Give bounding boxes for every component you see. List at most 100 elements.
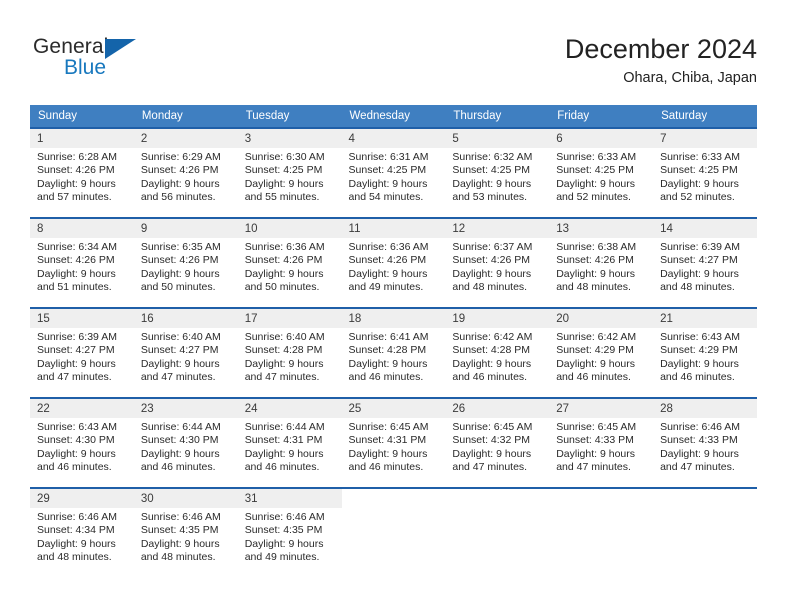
sunrise-text: Sunrise: 6:28 AM <box>37 151 117 163</box>
day-cell[interactable]: 6 Sunrise: 6:33 AM Sunset: 4:25 PM Daylight… <box>549 127 654 218</box>
day-cell[interactable]: 21 Sunrise: 6:43 AM Sunset: 4:29 PM Dayligh… <box>653 307 757 398</box>
day-cell[interactable]: 26 Sunrise: 6:45 AM Sunset: 4:32 PM Dayligh… <box>445 397 550 488</box>
sunset-text: Sunset: 4:27 PM <box>660 254 738 267</box>
day-cell[interactable]: 10 Sunrise: 6:36 AM Sunset: 4:26 PM Dayligh… <box>237 217 342 308</box>
daylight-text-line1: Daylight: 9 hours <box>244 267 324 280</box>
sunrise-text: Sunrise: 6:43 AM <box>37 421 117 433</box>
page-title: December 2024 <box>564 34 757 64</box>
day-cell[interactable]: 22 Sunrise: 6:43 AM Sunset: 4:30 PM Dayligh… <box>30 397 134 488</box>
daylight-text-line1: Daylight: 9 hours <box>556 267 636 280</box>
week-row: 22 Sunrise: 6:43 AM Sunset: 4:30 PM Dayligh… <box>30 397 757 488</box>
day-cell[interactable]: 27 Sunrise: 6:45 AM Sunset: 4:33 PM Dayligh… <box>549 397 654 488</box>
day-cell[interactable]: 7 Sunrise: 6:33 AM Sunset: 4:25 PM Daylight… <box>653 127 757 218</box>
sunset-text: Sunset: 4:26 PM <box>37 254 115 267</box>
day-details: Sunrise: 6:28 AM Sunset: 4:26 PM Daylight:… <box>30 148 134 205</box>
page-header: General Blue December 2024 Ohara, Chiba,… <box>0 0 792 98</box>
day-number: 19 <box>445 309 550 328</box>
daylight-text-line2: and 48 minutes. <box>660 281 735 294</box>
sunrise-text: Sunrise: 6:37 AM <box>452 241 533 253</box>
weekday-header-friday: Friday <box>549 105 654 128</box>
day-details: Sunrise: 6:33 AM Sunset: 4:25 PM Daylight:… <box>653 148 757 205</box>
daylight-text-line2: and 57 minutes. <box>37 191 112 204</box>
day-details: Sunrise: 6:40 AM Sunset: 4:28 PM Daylight:… <box>238 328 342 385</box>
daylight-text-line2: and 53 minutes. <box>452 191 528 204</box>
day-details: Sunrise: 6:42 AM Sunset: 4:28 PM Daylight:… <box>445 328 549 385</box>
day-details: Sunrise: 6:39 AM Sunset: 4:27 PM Daylight:… <box>653 238 757 295</box>
calendar-page: General Blue December 2024 Ohara, Chiba,… <box>0 0 792 612</box>
day-details: Sunrise: 6:42 AM Sunset: 4:29 PM Daylight:… <box>549 328 653 385</box>
daylight-text-line2: and 48 minutes. <box>140 551 216 564</box>
day-number: 11 <box>341 219 446 238</box>
sunset-text: Sunset: 4:26 PM <box>140 254 219 267</box>
day-cell[interactable]: 23 Sunrise: 6:44 AM Sunset: 4:30 PM Dayligh… <box>133 397 238 488</box>
day-details: Sunrise: 6:30 AM Sunset: 4:25 PM Daylight:… <box>238 148 342 205</box>
day-details: Sunrise: 6:46 AM Sunset: 4:35 PM Daylight:… <box>238 508 342 565</box>
sunset-text: Sunset: 4:29 PM <box>556 344 634 357</box>
weekday-header-row: Sunday Monday Tuesday Wednesday Thursday… <box>30 105 757 128</box>
day-cell[interactable]: 19 Sunrise: 6:42 AM Sunset: 4:28 PM Dayligh… <box>445 307 550 398</box>
day-cell[interactable]: 9 Sunrise: 6:35 AM Sunset: 4:26 PM Daylight… <box>133 217 238 308</box>
day-cell[interactable]: 4 Sunrise: 6:31 AM Sunset: 4:25 PM Daylight… <box>341 127 446 218</box>
day-details: Sunrise: 6:43 AM Sunset: 4:30 PM Daylight:… <box>30 418 134 475</box>
general-blue-logo[interactable]: General Blue <box>33 36 213 86</box>
sunrise-text: Sunrise: 6:33 AM <box>556 151 637 163</box>
sunrise-text: Sunrise: 6:43 AM <box>660 331 741 343</box>
day-cell[interactable]: 31 Sunrise: 6:46 AM Sunset: 4:35 PM Dayligh… <box>237 487 342 577</box>
daylight-text-line2: and 56 minutes. <box>140 191 216 204</box>
day-number: 3 <box>237 129 342 148</box>
day-number <box>341 489 446 508</box>
day-details: Sunrise: 6:38 AM Sunset: 4:26 PM Daylight:… <box>549 238 653 295</box>
sunrise-text: Sunrise: 6:31 AM <box>348 151 429 163</box>
day-cell[interactable]: 14 Sunrise: 6:39 AM Sunset: 4:27 PM Dayligh… <box>653 217 757 308</box>
day-cell[interactable]: 13 Sunrise: 6:38 AM Sunset: 4:26 PM Dayligh… <box>549 217 654 308</box>
day-cell[interactable]: 5 Sunrise: 6:32 AM Sunset: 4:25 PM Daylight… <box>445 127 550 218</box>
day-cell[interactable]: 8 Sunrise: 6:34 AM Sunset: 4:26 PM Daylight… <box>30 217 134 308</box>
day-cell[interactable]: 24 Sunrise: 6:44 AM Sunset: 4:31 PM Dayligh… <box>237 397 342 488</box>
day-cell[interactable]: 11 Sunrise: 6:36 AM Sunset: 4:26 PM Dayligh… <box>341 217 446 308</box>
day-number: 13 <box>549 219 654 238</box>
day-cell[interactable]: 28 Sunrise: 6:46 AM Sunset: 4:33 PM Dayligh… <box>653 397 757 488</box>
day-cell[interactable]: 12 Sunrise: 6:37 AM Sunset: 4:26 PM Dayligh… <box>445 217 550 308</box>
day-number: 10 <box>237 219 342 238</box>
day-number: 2 <box>133 129 238 148</box>
sunrise-text: Sunrise: 6:36 AM <box>348 241 429 253</box>
day-details: Sunrise: 6:39 AM Sunset: 4:27 PM Daylight:… <box>30 328 134 385</box>
day-cell[interactable]: 18 Sunrise: 6:41 AM Sunset: 4:28 PM Dayligh… <box>341 307 446 398</box>
day-cell[interactable]: 29 Sunrise: 6:46 AM Sunset: 4:34 PM Dayligh… <box>30 487 134 577</box>
sunrise-text: Sunrise: 6:46 AM <box>37 511 117 523</box>
day-number: 15 <box>30 309 134 328</box>
daylight-text-line1: Daylight: 9 hours <box>452 357 532 370</box>
day-number: 30 <box>133 489 238 508</box>
day-cell[interactable]: 20 Sunrise: 6:42 AM Sunset: 4:29 PM Dayligh… <box>549 307 654 398</box>
day-cell[interactable]: 16 Sunrise: 6:40 AM Sunset: 4:27 PM Dayligh… <box>133 307 238 398</box>
day-cell[interactable]: 15 Sunrise: 6:39 AM Sunset: 4:27 PM Dayligh… <box>30 307 134 398</box>
day-cell-empty <box>341 487 446 577</box>
daylight-text-line1: Daylight: 9 hours <box>244 177 324 190</box>
day-cell[interactable]: 25 Sunrise: 6:45 AM Sunset: 4:31 PM Dayligh… <box>341 397 446 488</box>
sunset-text: Sunset: 4:25 PM <box>452 164 531 177</box>
day-cell[interactable]: 2 Sunrise: 6:29 AM Sunset: 4:26 PM Daylight… <box>133 127 238 218</box>
day-cell[interactable]: 17 Sunrise: 6:40 AM Sunset: 4:28 PM Dayligh… <box>237 307 342 398</box>
daylight-text-line2: and 46 minutes. <box>348 461 424 474</box>
daylight-text-line2: and 46 minutes. <box>37 461 112 474</box>
sunset-text: Sunset: 4:28 PM <box>244 344 323 357</box>
day-cell[interactable]: 30 Sunrise: 6:46 AM Sunset: 4:35 PM Dayligh… <box>133 487 238 577</box>
sunset-text: Sunset: 4:26 PM <box>244 254 323 267</box>
sunrise-text: Sunrise: 6:44 AM <box>140 421 221 433</box>
day-number: 24 <box>237 399 342 418</box>
daylight-text-line1: Daylight: 9 hours <box>556 357 636 370</box>
day-details: Sunrise: 6:46 AM Sunset: 4:35 PM Daylight:… <box>134 508 238 565</box>
day-cell[interactable]: 1 Sunrise: 6:28 AM Sunset: 4:26 PM Daylight… <box>30 127 134 218</box>
day-details: Sunrise: 6:44 AM Sunset: 4:30 PM Daylight:… <box>134 418 238 475</box>
sunrise-text: Sunrise: 6:40 AM <box>244 331 325 343</box>
sunset-text: Sunset: 4:26 PM <box>348 254 427 267</box>
day-cell-empty <box>549 487 654 577</box>
day-cell[interactable]: 3 Sunrise: 6:30 AM Sunset: 4:25 PM Daylight… <box>237 127 342 218</box>
daylight-text-line1: Daylight: 9 hours <box>556 447 636 460</box>
daylight-text-line1: Daylight: 9 hours <box>348 267 428 280</box>
sunset-text: Sunset: 4:29 PM <box>660 344 738 357</box>
sunset-text: Sunset: 4:26 PM <box>140 164 219 177</box>
weekday-header-saturday: Saturday <box>653 105 757 128</box>
day-number: 18 <box>341 309 446 328</box>
day-number: 22 <box>30 399 134 418</box>
